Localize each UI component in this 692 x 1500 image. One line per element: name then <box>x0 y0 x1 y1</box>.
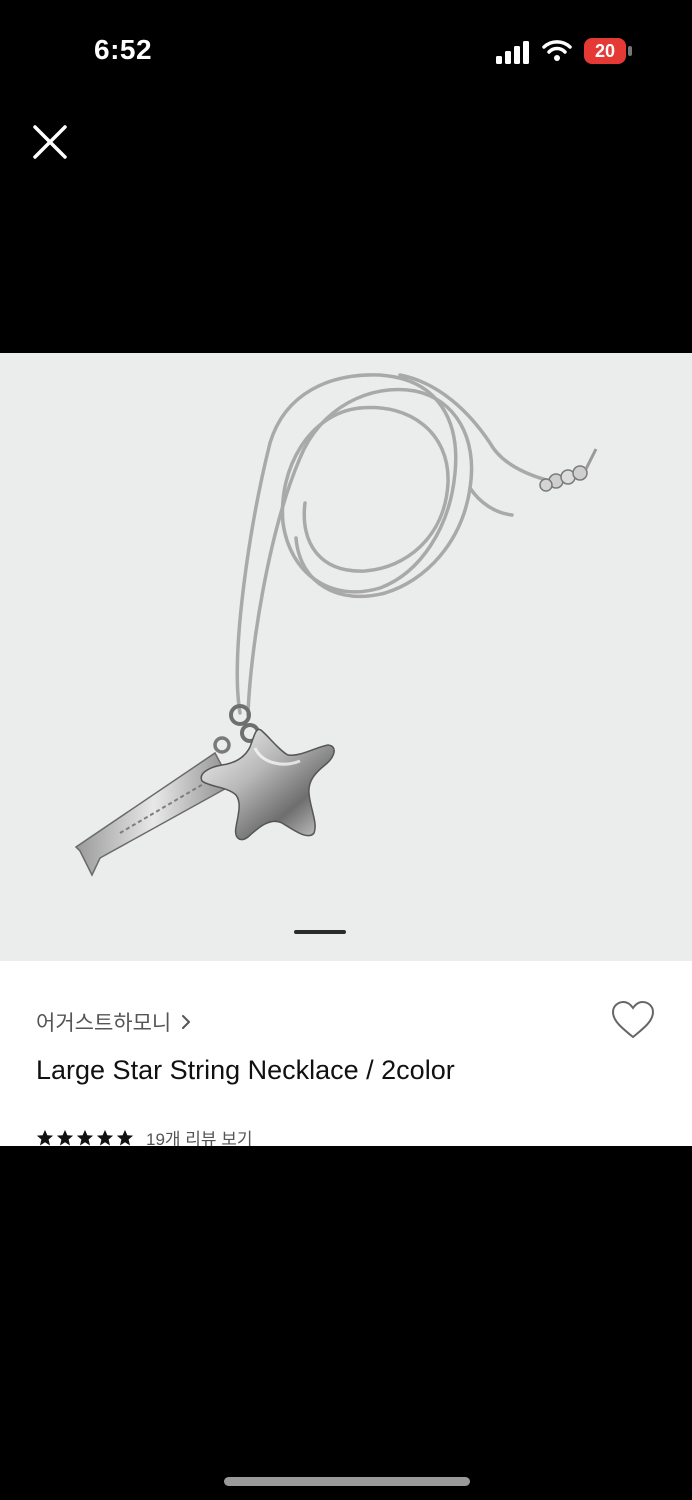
star-icon <box>116 1129 134 1146</box>
product-title: Large Star String Necklace / 2color <box>36 1055 455 1085</box>
chevron-right-icon <box>182 1015 191 1029</box>
status-bar: 6:52 20 <box>0 0 692 100</box>
star-icon <box>56 1129 74 1146</box>
product-info-panel: 어거스트하모니 Large Star String Necklace / 2co… <box>0 961 692 1146</box>
brand-name: 어거스트하모니 <box>36 1012 172 1035</box>
bead-cluster <box>539 448 598 492</box>
star-pendant <box>200 728 335 841</box>
status-time: 6:52 <box>94 34 153 65</box>
page-indicator <box>294 930 346 934</box>
star-icon <box>36 1129 54 1146</box>
signal-icon <box>496 41 529 64</box>
product-image[interactable] <box>0 353 692 961</box>
rating-row: 19개 리뷰 보기 <box>36 1125 253 1146</box>
rating-stars <box>36 1129 134 1147</box>
necklace-photo <box>74 373 598 877</box>
review-link[interactable]: 19개 리뷰 보기 <box>146 1125 253 1146</box>
wifi-icon <box>542 40 572 61</box>
battery-nub <box>628 46 632 56</box>
star-icon <box>76 1129 94 1146</box>
heart-outline-icon[interactable] <box>610 999 656 1041</box>
battery-charging-icon: 20 <box>584 38 634 64</box>
close-icon[interactable] <box>28 120 72 164</box>
battery-level: 20 <box>584 38 626 64</box>
home-indicator[interactable] <box>224 1477 470 1486</box>
brand-link[interactable]: 어거스트하모니 <box>36 1007 191 1037</box>
star-icon <box>96 1129 114 1146</box>
